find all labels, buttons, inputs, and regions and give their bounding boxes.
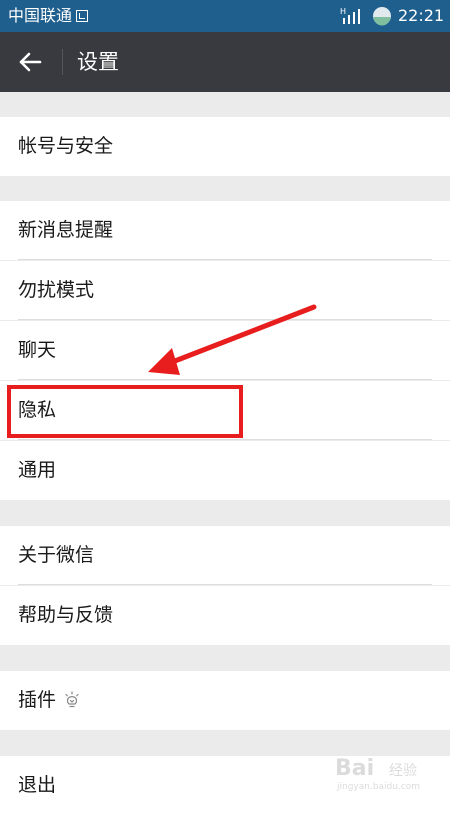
clock: 22:21 bbox=[398, 6, 445, 25]
row-divider bbox=[18, 319, 432, 320]
row-divider bbox=[18, 379, 432, 380]
signal-icon: H bbox=[340, 7, 360, 24]
battery-icon bbox=[373, 7, 391, 26]
settings-item-general[interactable]: 通用 bbox=[0, 441, 450, 500]
toolbar: 设置 bbox=[0, 32, 450, 92]
status-bar: 中国联通 H 22:21 bbox=[0, 0, 450, 32]
watermark-sub-text: 经验 bbox=[389, 763, 417, 779]
row-divider bbox=[18, 439, 432, 440]
svg-text:H: H bbox=[340, 7, 346, 16]
settings-item-label: 新消息提醒 bbox=[18, 219, 114, 241]
settings-item-label: 插件 bbox=[18, 689, 57, 711]
settings-item-plugins[interactable]: 插件 bbox=[0, 671, 450, 730]
image-box-icon bbox=[76, 10, 89, 22]
arrow-left-icon bbox=[19, 52, 42, 72]
settings-item-label: 通用 bbox=[18, 459, 57, 481]
settings-item-chat[interactable]: 聊天 bbox=[0, 321, 450, 380]
settings-item-privacy[interactable]: 隐私 bbox=[0, 381, 450, 440]
page-title: 设置 bbox=[77, 50, 119, 74]
settings-item-label: 关于微信 bbox=[18, 544, 95, 566]
settings-item-about-wechat[interactable]: 关于微信 bbox=[0, 526, 450, 585]
lightbulb-icon bbox=[65, 691, 79, 708]
row-divider bbox=[18, 259, 432, 260]
settings-item-label: 勿扰模式 bbox=[18, 279, 95, 301]
settings-item-do-not-disturb[interactable]: 勿扰模式 bbox=[0, 261, 450, 320]
settings-item-label: 退出 bbox=[18, 774, 57, 796]
settings-item-label: 帐号与安全 bbox=[18, 135, 114, 157]
back-button[interactable] bbox=[14, 46, 48, 78]
watermark-logo-text: Bai bbox=[335, 756, 375, 781]
settings-item-new-message-alerts[interactable]: 新消息提醒 bbox=[0, 201, 450, 260]
settings-item-label: 隐私 bbox=[18, 399, 57, 421]
settings-item-label: 帮助与反馈 bbox=[18, 604, 114, 626]
baidu-watermark: Bai 经验 jingyan.baidu.com bbox=[325, 748, 445, 796]
watermark-url: jingyan.baidu.com bbox=[337, 782, 421, 792]
settings-item-account-security[interactable]: 帐号与安全 bbox=[0, 117, 450, 176]
toolbar-divider bbox=[62, 49, 63, 75]
row-divider bbox=[18, 584, 432, 585]
settings-item-help-feedback[interactable]: 帮助与反馈 bbox=[0, 586, 450, 645]
carrier-name: 中国联通 bbox=[8, 6, 89, 26]
carrier-label: 中国联通 bbox=[8, 6, 73, 25]
settings-item-label: 聊天 bbox=[18, 339, 57, 361]
